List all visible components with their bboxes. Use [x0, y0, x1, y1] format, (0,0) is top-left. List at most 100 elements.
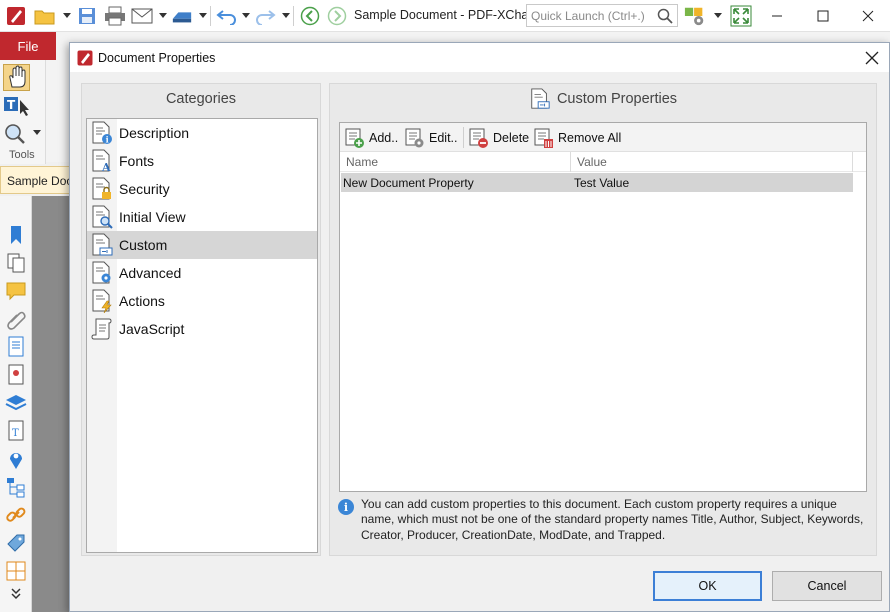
- file-tab[interactable]: File: [0, 32, 56, 60]
- open-folder-icon[interactable]: [34, 5, 56, 27]
- forward-arrow-icon[interactable]: [326, 5, 348, 27]
- comments-icon[interactable]: [5, 280, 27, 302]
- remove-all-button[interactable]: Remove All: [533, 126, 621, 150]
- category-item-advanced[interactable]: Advanced: [87, 259, 317, 287]
- category-label: Custom: [119, 237, 168, 253]
- category-item-javascript[interactable]: JavaScript: [87, 315, 317, 343]
- search-icon[interactable]: [657, 8, 673, 27]
- back-arrow-icon[interactable]: [299, 5, 321, 27]
- svg-text:A: A: [101, 161, 111, 173]
- chevron-down-icon[interactable]: [63, 13, 71, 18]
- add-icon: [344, 127, 366, 149]
- property-value-cell[interactable]: Test Value: [574, 176, 629, 190]
- zoom-tool-icon[interactable]: [3, 122, 31, 146]
- categories-panel: Categories i Description A Fonts Securit…: [81, 83, 321, 556]
- categories-header: Categories: [165, 91, 237, 107]
- ok-button[interactable]: OK: [653, 571, 762, 601]
- document-info-icon[interactable]: [5, 336, 27, 358]
- remove-all-icon: [533, 127, 555, 149]
- description-icon: i: [90, 121, 114, 145]
- info-text: You can add custom properties to this do…: [361, 497, 864, 542]
- quick-launch-search[interactable]: [526, 4, 678, 27]
- svg-text:T: T: [12, 428, 19, 439]
- minimize-button[interactable]: [754, 0, 800, 32]
- category-item-custom[interactable]: Custom: [87, 231, 317, 259]
- customize-toolbar-icon[interactable]: [684, 5, 706, 27]
- structure-icon[interactable]: [5, 476, 27, 498]
- hand-tool-icon[interactable]: [3, 64, 30, 91]
- app-logo-icon: [5, 5, 27, 27]
- chevron-down-icon[interactable]: [33, 130, 41, 135]
- print-icon[interactable]: [104, 5, 126, 27]
- custom-icon: [529, 88, 551, 110]
- chevron-down-icon[interactable]: [242, 13, 250, 18]
- document-view-area: [32, 196, 72, 612]
- column-resizer[interactable]: [570, 152, 571, 172]
- arrange-icon[interactable]: [5, 560, 27, 582]
- category-label: Advanced: [119, 265, 182, 281]
- info-icon: i: [338, 499, 354, 515]
- window-close-button[interactable]: [846, 0, 890, 32]
- svg-text:i: i: [106, 135, 109, 145]
- categories-list: i Description A Fonts Security Initial V…: [86, 118, 318, 553]
- chevron-down-icon[interactable]: [282, 13, 290, 18]
- attachments-icon[interactable]: [5, 308, 27, 330]
- add-property-button[interactable]: Add..: [344, 126, 398, 150]
- quick-launch-input[interactable]: [527, 5, 653, 26]
- table-header: Name Value: [340, 152, 866, 172]
- category-label: Security: [119, 181, 170, 197]
- column-resizer[interactable]: [852, 152, 853, 172]
- dialog-title: Document Properties: [98, 51, 216, 65]
- add-label: Add..: [369, 131, 399, 145]
- remove-all-label: Remove All: [558, 131, 622, 145]
- scan-icon[interactable]: [171, 5, 193, 27]
- undo-icon[interactable]: [216, 5, 238, 27]
- links-icon[interactable]: [5, 504, 27, 526]
- category-item-description[interactable]: i Description: [87, 119, 317, 147]
- category-item-initial-view[interactable]: Initial View: [87, 203, 317, 231]
- chevron-down-icon[interactable]: [159, 13, 167, 18]
- cancel-button[interactable]: Cancel: [772, 571, 882, 601]
- table-row[interactable]: New Document Property Test Value: [341, 173, 853, 192]
- delete-icon: [468, 127, 490, 149]
- chevron-down-icon[interactable]: [5, 586, 27, 602]
- bookmarks-icon[interactable]: [5, 224, 27, 246]
- initial-view-icon: [90, 205, 114, 229]
- destinations-icon[interactable]: [5, 448, 27, 470]
- delete-property-button[interactable]: Delete: [468, 126, 529, 150]
- tags-icon[interactable]: [5, 532, 27, 554]
- tools-group-label: Tools: [9, 149, 35, 161]
- actions-lightning-icon: [90, 289, 114, 314]
- maximize-button[interactable]: [800, 0, 846, 32]
- fonts-icon: A: [90, 149, 114, 174]
- category-label: Initial View: [119, 209, 186, 225]
- redo-icon[interactable]: [254, 5, 276, 27]
- save-icon[interactable]: [76, 5, 98, 27]
- category-label: Description: [119, 125, 190, 141]
- chevron-down-icon[interactable]: [714, 13, 722, 18]
- chevron-down-icon[interactable]: [199, 13, 207, 18]
- category-item-fonts[interactable]: A Fonts: [87, 147, 317, 175]
- dialog-title-bar: Document Properties: [70, 43, 889, 72]
- edit-property-button[interactable]: Edit..: [404, 126, 458, 150]
- edit-label: Edit..: [429, 131, 458, 145]
- custom-properties-list: Add.. Edit.. Delete Remove All Name Valu…: [339, 122, 867, 492]
- select-text-tool-icon[interactable]: T: [3, 94, 31, 118]
- app-title: Sample Document - PDF-XCha..: [354, 8, 536, 22]
- pages-icon[interactable]: [5, 252, 27, 274]
- dialog-close-button[interactable]: [860, 46, 884, 70]
- property-name-cell[interactable]: New Document Property: [343, 176, 474, 190]
- content-icon[interactable]: T: [5, 420, 27, 442]
- custom-properties-panel: Custom Properties Add.. Edit.. Delete Re…: [329, 83, 877, 556]
- email-icon[interactable]: [131, 5, 153, 27]
- column-header-value[interactable]: Value: [577, 155, 607, 169]
- column-header-name[interactable]: Name: [346, 155, 378, 169]
- layers-icon[interactable]: [5, 392, 27, 414]
- custom-properties-title: Custom Properties: [556, 91, 678, 107]
- fullscreen-icon[interactable]: [730, 5, 752, 27]
- document-tab[interactable]: Sample Doc: [0, 166, 70, 194]
- category-item-actions[interactable]: Actions: [87, 287, 317, 315]
- category-label: Actions: [119, 293, 165, 309]
- signatures-icon[interactable]: [5, 364, 27, 386]
- category-item-security[interactable]: Security: [87, 175, 317, 203]
